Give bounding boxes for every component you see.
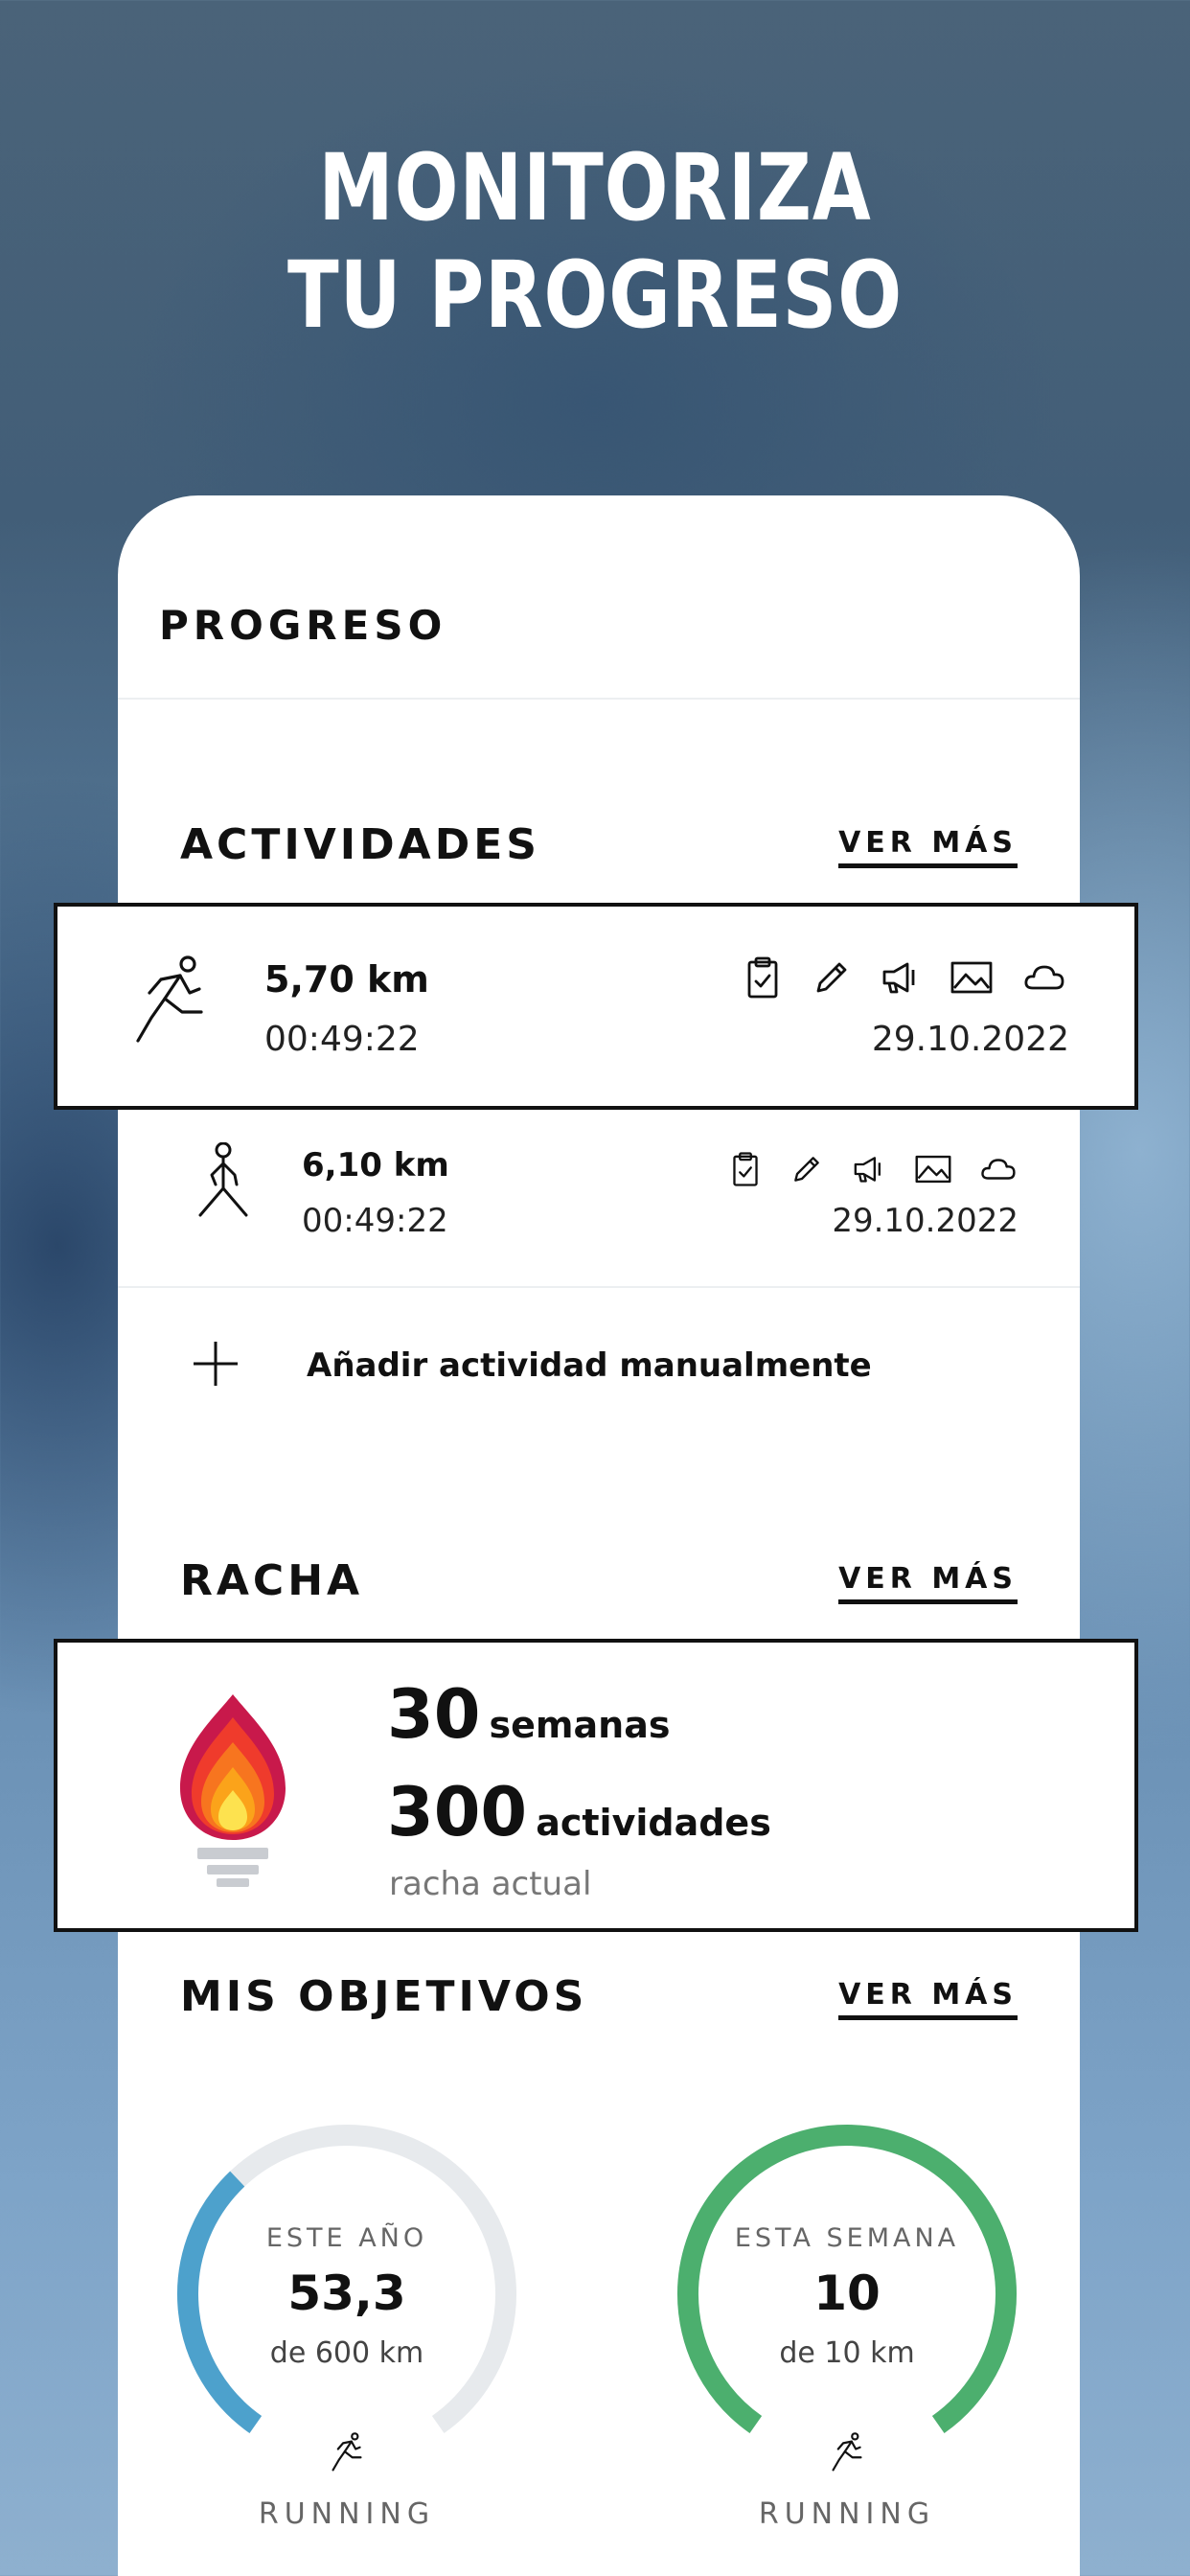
clipboard-check-icon[interactable] (744, 956, 782, 999)
goal-value: 10 (813, 2266, 881, 2321)
divider (118, 698, 1080, 700)
goals-ver-mas-link[interactable]: VER MÁS (838, 1978, 1018, 2020)
streak-box: 30 semanas 300 actividades racha actual (54, 1639, 1138, 1932)
headline-line-1: MONITORIZA (318, 134, 872, 242)
goal-period: ESTA SEMANA (734, 2223, 960, 2253)
streak-weeks: 30 semanas (387, 1675, 670, 1754)
headline: MONITORIZA TU PROGRESO (107, 134, 1083, 349)
streak-caption: racha actual (389, 1865, 592, 1903)
activity-tools (729, 1150, 1017, 1188)
add-activity-label: Añadir actividad manualmente (307, 1346, 872, 1385)
goal-sport: RUNNING (758, 2497, 936, 2531)
streak-activities-unit: actividades (536, 1802, 771, 1844)
activity-duration: 00:49:22 (302, 1202, 448, 1240)
pencil-icon[interactable] (812, 960, 851, 995)
running-person-icon (330, 2432, 364, 2476)
add-activity-button[interactable]: Añadir actividad manualmente (192, 1340, 872, 1392)
goal-period: ESTE AÑO (265, 2223, 428, 2253)
headline-line-2: TU PROGRESO (287, 242, 903, 349)
flame-torch-icon (176, 1690, 289, 1892)
goal-value: 53,3 (287, 2266, 406, 2321)
activities-ver-mas-link[interactable]: VER MÁS (838, 826, 1018, 868)
activity-date: 29.10.2022 (871, 1020, 1069, 1059)
activities-title: ACTIVIDADES (180, 820, 540, 869)
streak-activities: 300 actividades (387, 1773, 771, 1852)
goal-target: de 10 km (779, 2336, 915, 2370)
activity-duration: 00:49:22 (264, 1020, 420, 1059)
image-icon[interactable] (950, 961, 993, 994)
streak-title: RACHA (180, 1556, 364, 1605)
running-person-icon (830, 2432, 864, 2476)
megaphone-icon[interactable] (852, 1155, 886, 1184)
activity-distance: 6,10 km (302, 1146, 449, 1184)
streak-weeks-unit: semanas (489, 1704, 671, 1746)
card-title: PROGRESO (159, 602, 447, 649)
pencil-icon[interactable] (790, 1155, 823, 1184)
activity-date: 29.10.2022 (832, 1202, 1018, 1240)
goals-title: MIS OBJETIVOS (180, 1972, 588, 2021)
goal-sport: RUNNING (258, 2497, 436, 2531)
plus-icon (192, 1340, 240, 1392)
activity-row-highlighted[interactable]: 5,70 km 00:49:22 29.10.2022 (54, 903, 1138, 1110)
goal-week[interactable]: ESTA SEMANA 10 de 10 km RUNNING (676, 2124, 1018, 2545)
walking-person-icon (195, 1141, 252, 1227)
goal-target: de 600 km (269, 2336, 424, 2370)
streak-activities-value: 300 (387, 1773, 528, 1852)
goal-year[interactable]: ESTE AÑO 53,3 de 600 km RUNNING (176, 2124, 517, 2545)
streak-ver-mas-link[interactable]: VER MÁS (838, 1562, 1018, 1604)
activity-distance: 5,70 km (264, 958, 429, 1000)
megaphone-icon[interactable] (881, 960, 920, 995)
image-icon[interactable] (915, 1155, 951, 1184)
cloud-icon[interactable] (980, 1157, 1017, 1182)
divider (118, 1286, 1080, 1288)
streak-weeks-value: 30 (387, 1675, 481, 1754)
activity-row[interactable]: 6,10 km 00:49:22 29.10.2022 (118, 1112, 1080, 1284)
cloud-icon[interactable] (1023, 963, 1065, 992)
activity-tools (744, 954, 1065, 1000)
running-person-icon (132, 954, 207, 1050)
clipboard-check-icon[interactable] (729, 1151, 762, 1187)
